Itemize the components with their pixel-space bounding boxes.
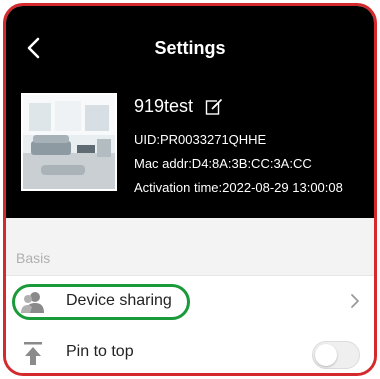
device-name: 919test [134,96,194,116]
room-image [23,95,115,189]
device-header: Settings 919test UID:PR0033271QHHE Mac a… [6,6,374,218]
device-uid: UID:PR0033271QHHE [134,132,267,147]
device-mac: Mac addr:D4:8A:3B:CC:3A:CC [134,156,312,171]
toggle-knob [315,344,337,366]
device-sharing-label: Device sharing [66,292,172,309]
pin-to-top-icon [24,342,42,365]
pin-to-top-toggle[interactable] [312,341,360,369]
pin-to-top-row: Pin to top [6,328,374,373]
device-name-row: 919test [134,96,224,117]
users-icon [21,292,44,313]
settings-screen: Settings 919test UID:PR0033271QHHE Mac a… [3,3,377,376]
page-title: Settings [154,38,226,58]
basis-section-header: Basis [6,218,374,275]
device-sharing-row[interactable]: Device sharing [6,275,374,329]
basis-label: Basis [16,250,51,266]
chevron-right-icon [351,294,359,308]
edit-icon[interactable] [205,97,224,116]
device-activation-time: Activation time:2022-08-29 13:00:08 [134,180,343,195]
device-thumbnail[interactable] [21,93,117,191]
pin-to-top-label: Pin to top [66,343,134,360]
